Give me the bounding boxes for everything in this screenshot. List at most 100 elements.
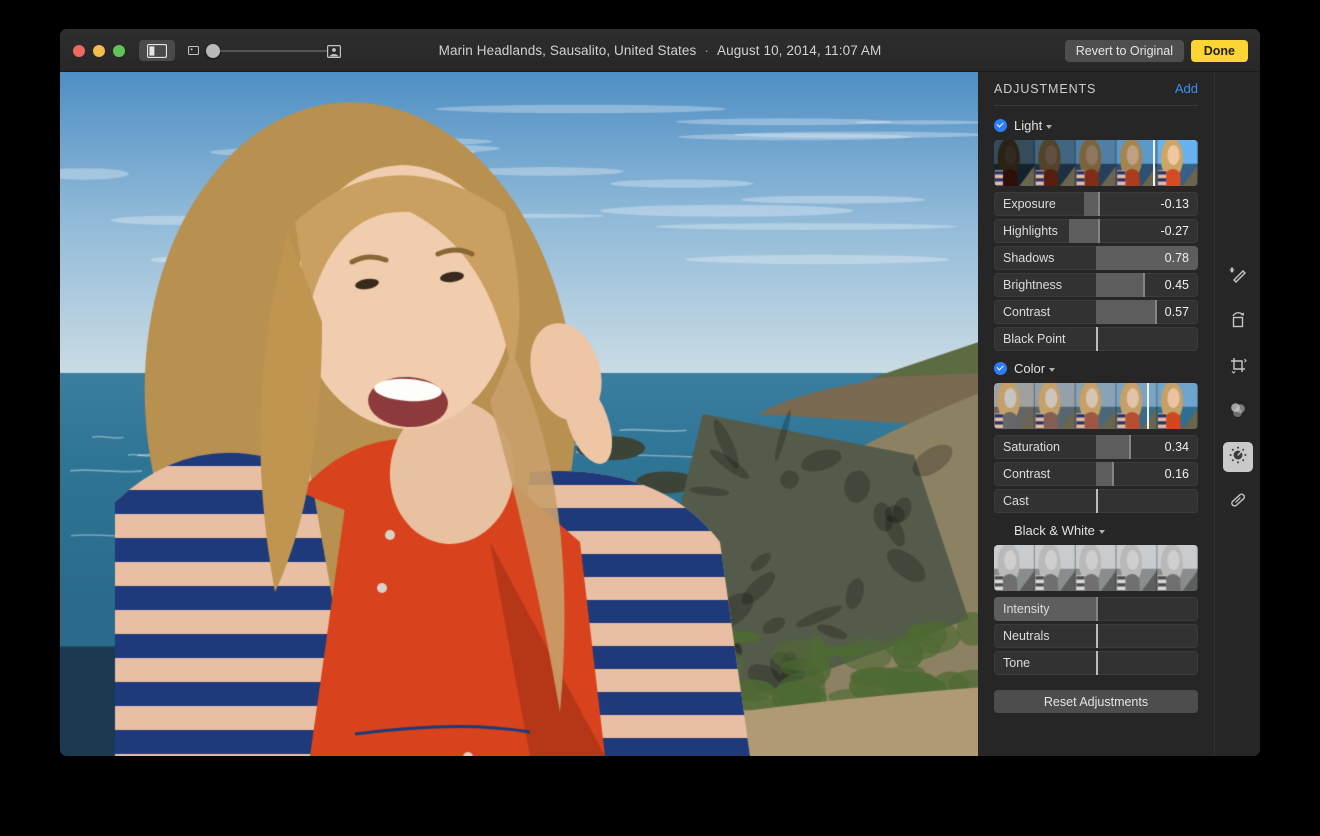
slider-contrast[interactable]: Contrast0.57	[994, 300, 1198, 324]
slider-label: Exposure	[1003, 192, 1056, 216]
slider-fill	[1096, 435, 1129, 459]
slider-label: Cast	[1003, 489, 1029, 513]
adjust-icon	[1228, 445, 1248, 470]
slider-shadows[interactable]: Shadows 0.78	[994, 246, 1198, 270]
slider-cast[interactable]: Cast	[994, 489, 1198, 513]
slider-contrast[interactable]: Contrast 0.16	[994, 462, 1198, 486]
small-photo-icon	[188, 45, 199, 56]
group-header: Color	[994, 357, 1198, 379]
filmstrip-thumbnails	[994, 545, 1198, 591]
group-enable-checkbox[interactable]	[994, 362, 1007, 375]
tool-retouch[interactable]	[1223, 487, 1253, 517]
slider-handle[interactable]	[1129, 435, 1131, 459]
group-enable-checkbox[interactable]	[994, 119, 1007, 132]
enhance-icon	[1228, 265, 1248, 290]
adjustment-groups: Light Exposure -0.13 Highlights-0.27 Shadows…	[994, 114, 1198, 675]
slider-fill	[1084, 192, 1098, 216]
group-preview-filmstrip[interactable]	[994, 140, 1198, 186]
slider-handle[interactable]	[1098, 219, 1100, 243]
adjustments-title: ADJUSTMENTS	[994, 82, 1096, 96]
photo-image	[60, 72, 978, 756]
slider-handle[interactable]	[1112, 462, 1114, 486]
revert-to-original-button[interactable]: Revert to Original	[1065, 40, 1184, 62]
group-label: Color	[1014, 361, 1045, 376]
close-button[interactable]	[73, 45, 85, 57]
slider-handle[interactable]	[1096, 624, 1098, 648]
adjustments-header: ADJUSTMENTS Add	[994, 72, 1198, 106]
slider-black-point[interactable]: Black Point	[994, 327, 1198, 351]
slider-label: Tone	[1003, 651, 1030, 675]
slider-neutrals[interactable]: Neutrals	[994, 624, 1198, 648]
slider-label: Saturation	[1003, 435, 1060, 459]
filmstrip-position-marker[interactable]	[1153, 140, 1155, 186]
slider-label: Neutrals	[1003, 624, 1050, 648]
title-datetime: August 10, 2014, 11:07 AM	[717, 43, 881, 58]
group-header: Light	[994, 114, 1198, 136]
zoom-slider[interactable]	[188, 42, 276, 59]
zoom-slider-track[interactable]	[210, 50, 328, 52]
slider-value: 0.45	[1165, 273, 1189, 297]
group-header: Black & White	[994, 519, 1198, 541]
filmstrip-thumbnails	[994, 383, 1198, 429]
zoom-button[interactable]	[113, 45, 125, 57]
crop-icon	[1228, 355, 1248, 380]
large-photo-icon	[327, 45, 341, 58]
slider-fill	[1096, 462, 1112, 486]
slider-handle[interactable]	[1096, 327, 1098, 351]
tool-filters[interactable]	[1223, 397, 1253, 427]
tool-enhance[interactable]	[1223, 262, 1253, 292]
tool-rotate[interactable]	[1223, 307, 1253, 337]
slider-brightness[interactable]: Brightness0.45	[994, 273, 1198, 297]
tool-crop[interactable]	[1223, 352, 1253, 382]
slider-highlights[interactable]: Highlights-0.27	[994, 219, 1198, 243]
done-button[interactable]: Done	[1191, 40, 1248, 62]
adjustment-group-black-white: Black & White Intensity Neutrals Tone	[994, 519, 1198, 675]
reset-adjustments-button[interactable]: Reset Adjustments	[994, 690, 1198, 713]
filmstrip-thumbnails	[994, 140, 1198, 186]
slider-handle[interactable]	[1096, 597, 1098, 621]
slider-handle[interactable]	[1096, 489, 1098, 513]
zoom-slider-knob[interactable]	[206, 44, 220, 58]
add-adjustment-button[interactable]: Add	[1175, 81, 1198, 96]
group-preview-filmstrip[interactable]	[994, 383, 1198, 429]
slider-handle[interactable]	[1143, 273, 1145, 297]
chevron-down-icon[interactable]	[1099, 530, 1105, 534]
adjustment-group-light: Light Exposure -0.13 Highlights-0.27 Shadows…	[994, 114, 1198, 351]
slider-fill	[1069, 219, 1098, 243]
adjustments-panel: ADJUSTMENTS Add Light Exposure -0.13 Highli…	[978, 72, 1214, 756]
slider-value: 0.78	[1165, 246, 1189, 270]
slider-saturation[interactable]: Saturation 0.34	[994, 435, 1198, 459]
tool-adjust[interactable]	[1223, 442, 1253, 472]
photo-canvas[interactable]	[60, 72, 978, 756]
tool-rail	[1214, 72, 1260, 756]
slider-label: Contrast	[1003, 300, 1050, 324]
group-preview-filmstrip[interactable]	[994, 545, 1198, 591]
title-location: Marin Headlands, Sausalito, United State…	[439, 43, 697, 58]
slider-handle[interactable]	[1155, 300, 1157, 324]
chevron-down-icon[interactable]	[1046, 125, 1052, 129]
slider-value: 0.16	[1165, 462, 1189, 486]
slider-fill	[1096, 273, 1143, 297]
sidebar-icon	[147, 44, 167, 58]
group-label: Light	[1014, 118, 1042, 133]
slider-label: Contrast	[1003, 462, 1050, 486]
sidebar-toggle-button[interactable]	[139, 40, 175, 61]
minimize-button[interactable]	[93, 45, 105, 57]
slider-handle[interactable]	[1096, 651, 1098, 675]
slider-tone[interactable]: Tone	[994, 651, 1198, 675]
slider-handle[interactable]	[1098, 192, 1100, 216]
filmstrip-position-marker[interactable]	[1147, 383, 1149, 429]
filters-icon	[1228, 400, 1248, 425]
group-label: Black & White	[1014, 523, 1095, 538]
retouch-icon	[1228, 490, 1248, 515]
slider-value: 0.34	[1165, 435, 1189, 459]
slider-label: Black Point	[1003, 327, 1066, 351]
slider-fill	[1096, 300, 1155, 324]
slider-value: -0.13	[1161, 192, 1190, 216]
slider-label: Shadows	[1003, 246, 1054, 270]
chevron-down-icon[interactable]	[1049, 368, 1055, 372]
adjustment-group-color: Color Saturation 0.34 Contrast 0.16 Cast	[994, 357, 1198, 513]
slider-intensity[interactable]: Intensity	[994, 597, 1198, 621]
rotate-icon	[1228, 310, 1248, 335]
slider-exposure[interactable]: Exposure -0.13	[994, 192, 1198, 216]
